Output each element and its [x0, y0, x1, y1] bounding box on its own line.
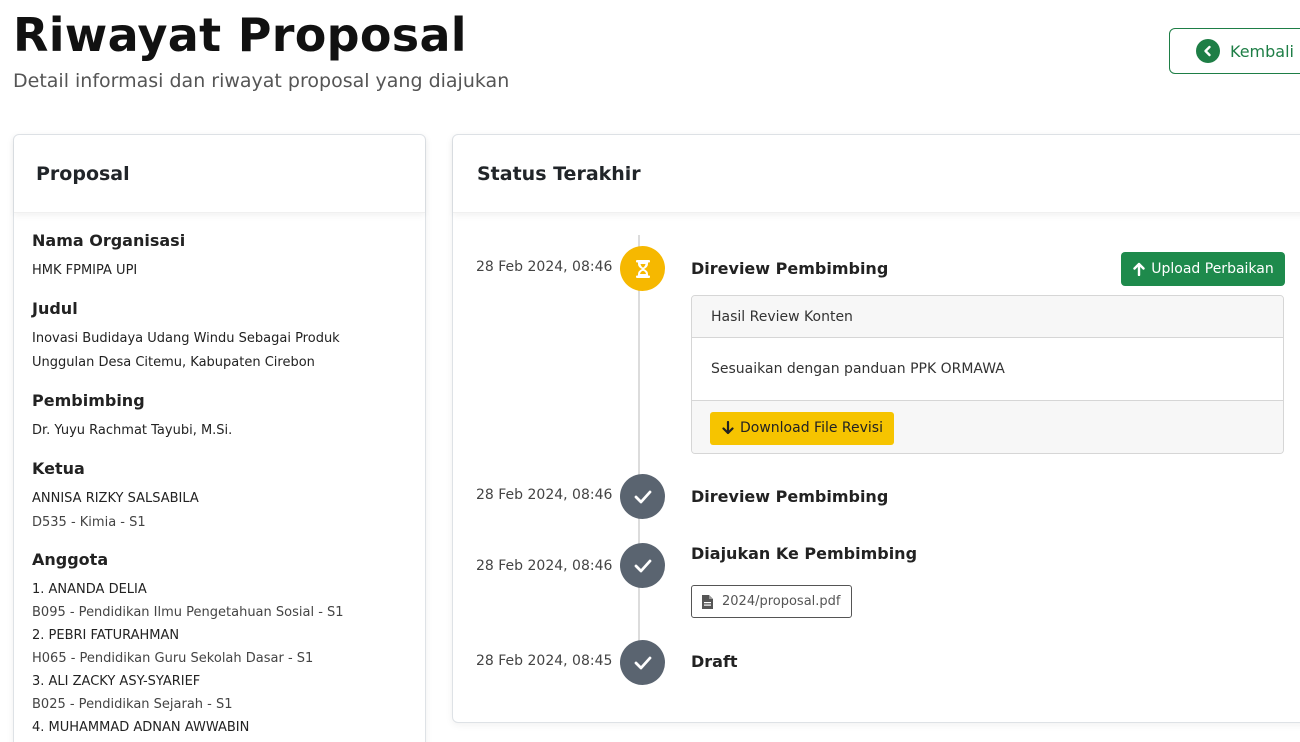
- title-block: Judul Inovasi Budidaya Udang Windu Sebag…: [32, 299, 407, 375]
- arrow-up-icon: [1133, 262, 1145, 276]
- page-title: Riwayat Proposal: [13, 8, 467, 62]
- status-card-title: Status Terakhir: [453, 135, 1300, 213]
- proposal-file-label: 2024/proposal.pdf: [722, 594, 841, 609]
- status-card: Status Terakhir 28 Feb 2024, 08:46 Direv…: [452, 134, 1300, 723]
- members-label: Anggota: [32, 550, 109, 569]
- download-revision-label: Download File Revisi: [740, 420, 883, 436]
- proposal-info-list: Nama Organisasi HMK FPMIPA UPI Judul Ino…: [14, 213, 425, 739]
- chevron-left-icon: [1196, 39, 1220, 63]
- member-item: 3. ALI ZACKY ASY-SYARIEF B025 - Pendidik…: [32, 670, 407, 716]
- member-name: 3. ALI ZACKY ASY-SYARIEF: [32, 674, 201, 689]
- check-icon: [620, 543, 665, 588]
- review-panel-footer: Download File Revisi: [692, 401, 1283, 453]
- member-meta: B095 - Pendidikan Ilmu Pengetahuan Sosia…: [32, 605, 344, 620]
- timeline-title: Direview Pembimbing: [691, 259, 889, 278]
- member-name: 1. ANANDA DELIA: [32, 582, 147, 597]
- proposal-file-button[interactable]: 2024/proposal.pdf: [691, 585, 852, 618]
- timeline-line: [638, 235, 640, 675]
- timeline-date: 28 Feb 2024, 08:46: [476, 487, 613, 503]
- advisor-block: Pembimbing Dr. Yuyu Rachmat Tayubi, M.Si…: [32, 391, 407, 443]
- leader-meta: D535 - Kimia - S1: [32, 515, 146, 530]
- timeline-date: 28 Feb 2024, 08:45: [476, 653, 613, 669]
- timeline-title: Draft: [691, 652, 738, 671]
- download-revision-button[interactable]: Download File Revisi: [710, 411, 894, 445]
- back-button-label: Kembali: [1230, 41, 1294, 61]
- leader-label: Ketua: [32, 459, 85, 478]
- timeline-title: Direview Pembimbing: [691, 487, 889, 506]
- file-icon: [702, 594, 713, 609]
- review-panel-header: Hasil Review Konten: [692, 296, 1283, 338]
- member-name: 2. PEBRI FATURAHMAN: [32, 628, 180, 643]
- page-subtitle: Detail informasi dan riwayat proposal ya…: [13, 70, 510, 92]
- timeline-title: Diajukan Ke Pembimbing: [691, 544, 918, 563]
- upload-revision-button[interactable]: Upload Perbaikan: [1121, 252, 1285, 286]
- upload-revision-label: Upload Perbaikan: [1151, 261, 1274, 277]
- back-button[interactable]: Kembali: [1169, 28, 1300, 74]
- org-block: Nama Organisasi HMK FPMIPA UPI: [32, 231, 407, 283]
- review-panel: Hasil Review Konten Sesuaikan dengan pan…: [691, 295, 1284, 454]
- org-label: Nama Organisasi: [32, 231, 186, 250]
- title-label: Judul: [32, 299, 78, 318]
- status-timeline: 28 Feb 2024, 08:46 Direview Pembimbing U…: [453, 213, 1300, 723]
- member-item: 1. ANANDA DELIA B095 - Pendidikan Ilmu P…: [32, 578, 407, 624]
- timeline-date: 28 Feb 2024, 08:46: [476, 259, 613, 275]
- member-meta: B025 - Pendidikan Sejarah - S1: [32, 697, 233, 712]
- leader-name: ANNISA RIZKY SALSABILA: [32, 491, 199, 506]
- members-block: Anggota 1. ANANDA DELIA B095 - Pendidika…: [32, 550, 407, 739]
- arrow-down-icon: [722, 421, 734, 435]
- member-item: 2. PEBRI FATURAHMAN H065 - Pendidikan Gu…: [32, 624, 407, 670]
- proposal-card: Proposal Nama Organisasi HMK FPMIPA UPI …: [13, 134, 426, 742]
- advisor-value: Dr. Yuyu Rachmat Tayubi, M.Si.: [32, 423, 233, 438]
- proposal-card-title: Proposal: [14, 135, 425, 213]
- member-name: 4. MUHAMMAD ADNAN AWWABIN: [32, 720, 250, 735]
- title-value-line1: Inovasi Budidaya Udang Windu Sebagai Pro…: [32, 331, 340, 346]
- member-meta: H065 - Pendidikan Guru Sekolah Dasar - S…: [32, 651, 314, 666]
- org-value: HMK FPMIPA UPI: [32, 263, 138, 278]
- check-icon: [620, 640, 665, 685]
- check-icon: [620, 474, 665, 519]
- title-value-line2: Unggulan Desa Citemu, Kabupaten Cirebon: [32, 355, 315, 370]
- hourglass-icon: [620, 246, 665, 291]
- member-item: 4. MUHAMMAD ADNAN AWWABIN: [32, 716, 407, 739]
- leader-block: Ketua ANNISA RIZKY SALSABILA D535 - Kimi…: [32, 459, 407, 534]
- timeline-date: 28 Feb 2024, 08:46: [476, 558, 613, 574]
- review-panel-body: Sesuaikan dengan panduan PPK ORMAWA: [692, 338, 1283, 401]
- advisor-label: Pembimbing: [32, 391, 145, 410]
